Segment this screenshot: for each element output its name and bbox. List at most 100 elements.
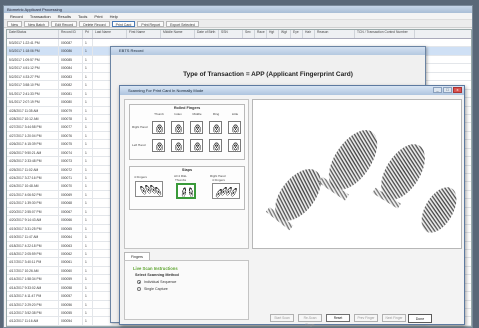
table-cell-date: 4/27/2017 3:44:58 PM <box>7 123 59 131</box>
table-cell-id: 000070 <box>59 182 83 190</box>
table-cell-n: 1 <box>83 283 93 292</box>
table-cell-id: 000064 <box>59 233 83 241</box>
fingerprint-icon <box>156 124 163 133</box>
scan-title: Scanning For Print Card In Normally Mode <box>128 88 204 93</box>
rolled-finger-tile[interactable] <box>190 139 203 152</box>
grid-column-header[interactable]: Middle Name <box>161 30 195 38</box>
ebts-title: EBTS Record <box>119 48 144 53</box>
rescan-finger-button[interactable]: Re-Scan Finger <box>298 314 322 327</box>
rolled-finger-tile[interactable] <box>171 139 184 152</box>
left-four-fingers-tile[interactable] <box>135 181 163 197</box>
rolled-finger-tile[interactable] <box>190 121 203 134</box>
tab-fingers[interactable]: Fingers <box>124 252 150 260</box>
table-cell-id: 000067 <box>59 207 83 216</box>
table-cell-id: 000068 <box>59 199 83 207</box>
grid-column-header[interactable]: Pri <box>83 30 93 38</box>
toolbar-button[interactable]: Print Card <box>111 21 136 27</box>
grid-column-header[interactable]: Hgt <box>267 30 279 38</box>
rolled-finger-tile[interactable] <box>152 121 165 134</box>
fingerprint-icon <box>175 142 182 151</box>
table-cell-n: 1 <box>83 266 93 275</box>
table-cell-n: 1 <box>83 199 93 207</box>
table-cell-id: 000063 <box>59 241 83 249</box>
rolled-finger-tile[interactable] <box>228 121 241 134</box>
fingerprint-icon <box>156 142 163 151</box>
table-cell-date: 4/21/2017 4:06:52 PM <box>7 190 59 199</box>
right-four-fingers-tile[interactable] <box>212 183 240 199</box>
toolbar-button[interactable]: Print Report <box>137 21 165 27</box>
toolbar-button[interactable]: Delete Record <box>79 21 110 27</box>
radio-individual[interactable] <box>137 280 141 284</box>
row-left-hand: Left Hand <box>132 143 146 147</box>
grid-column-header[interactable]: Date of Birth <box>195 30 219 38</box>
toolbar-button[interactable]: Edit Record <box>50 21 78 27</box>
method-single[interactable]: Single Capture <box>137 287 168 291</box>
rolled-finger-tile[interactable] <box>228 139 241 152</box>
grid-column-header[interactable]: Last Name <box>93 30 127 38</box>
menu-print[interactable]: Print <box>94 13 102 19</box>
table-cell-date: 5/3/2017 1:09:57 PM <box>7 55 59 64</box>
table-cell-n: 1 <box>83 89 93 98</box>
toolbar-button[interactable]: New Batch <box>24 21 49 27</box>
table-cell-id: 000082 <box>59 81 83 89</box>
grid-column-header[interactable]: First Name <box>127 30 161 38</box>
grid-column-header[interactable]: Race <box>255 30 267 38</box>
table-cell-id: 000081 <box>59 89 83 98</box>
fingerprint-icon <box>232 142 239 151</box>
table-cell-id: 000084 <box>59 64 83 72</box>
toolbar-button[interactable]: Export Selected <box>166 21 199 27</box>
scan-options-panel: Live Scan Instructions Select Scanning M… <box>124 260 249 320</box>
table-cell-date: 4/28/2017 10:12 AM <box>7 114 59 123</box>
grid-column-header[interactable]: Wgt <box>279 30 291 38</box>
close-button[interactable]: x <box>453 87 462 93</box>
menu-transaction[interactable]: Transaction <box>30 13 51 19</box>
fingerprint-icon <box>213 124 220 133</box>
minimize-button[interactable]: _ <box>433 87 442 93</box>
grid-column-header[interactable]: TCN / Transaction Control Number <box>355 30 415 38</box>
table-cell-date: 4/25/2017 11:02 AM <box>7 165 59 173</box>
table-cell-id: 000079 <box>59 106 83 114</box>
col-thumb: Thumb <box>154 112 164 116</box>
slaps-title: Slaps <box>181 168 193 172</box>
toolbar: New New Batch Edit Record Delete Record Prin… <box>4 20 472 28</box>
start-scan-button[interactable]: Start Scan <box>270 314 294 322</box>
menu-results[interactable]: Results <box>58 13 71 19</box>
table-cell-id: 000058 <box>59 283 83 292</box>
menu-help[interactable]: Help <box>110 13 118 19</box>
grid-column-header[interactable]: Eye <box>291 30 303 38</box>
toolbar-button[interactable]: New <box>7 21 23 27</box>
table-cell-date: 4/18/2017 4:22:18 PM <box>7 241 59 249</box>
grid-column-header[interactable]: Date/Status <box>7 30 59 38</box>
fingerprint-icon <box>188 186 194 198</box>
rolled-finger-tile[interactable] <box>171 121 184 134</box>
reset-button[interactable]: Reset <box>326 314 350 322</box>
next-finger-button[interactable]: Next Finger <box>382 314 406 322</box>
menu-record[interactable]: Record <box>10 13 23 19</box>
method-individual[interactable]: Individual Sequence <box>137 280 176 284</box>
prev-finger-button[interactable]: Prev Finger <box>354 314 378 322</box>
rolled-finger-tile[interactable] <box>152 139 165 152</box>
menu-bar: Record Transaction Results Tools Print H… <box>4 13 472 20</box>
method-individual-label: Individual Sequence <box>144 280 177 284</box>
thumbs-tile[interactable] <box>176 183 196 199</box>
fingerprint-icon <box>194 124 201 133</box>
table-cell-id: 000080 <box>59 98 83 106</box>
slaps-group: Slaps 4 Fingers All 4 R&L Thumbs Right H… <box>129 166 245 210</box>
table-cell-n: 1 <box>83 275 93 283</box>
grid-column-header[interactable]: Sex <box>243 30 255 38</box>
grid-column-header[interactable]: SSN <box>219 30 243 38</box>
done-button[interactable]: Done <box>408 314 432 323</box>
grid-column-header[interactable]: Hair <box>303 30 315 38</box>
tab-row: Fingers <box>124 252 150 260</box>
main-title: Biometric Applicant Processing <box>7 7 62 12</box>
table-cell-date: 4/20/2017 9:14:43 AM <box>7 216 59 224</box>
grid-column-header[interactable]: Reason <box>315 30 355 38</box>
table-cell-n: 1 <box>83 224 93 233</box>
grid-column-header[interactable]: Record ID <box>59 30 83 38</box>
maximize-button[interactable]: □ <box>443 87 452 93</box>
rolled-finger-tile[interactable] <box>209 121 222 134</box>
rolled-finger-tile[interactable] <box>209 139 222 152</box>
ebts-titlebar: EBTS Record <box>111 47 425 55</box>
radio-single[interactable] <box>137 287 141 291</box>
menu-tools[interactable]: Tools <box>78 13 87 19</box>
